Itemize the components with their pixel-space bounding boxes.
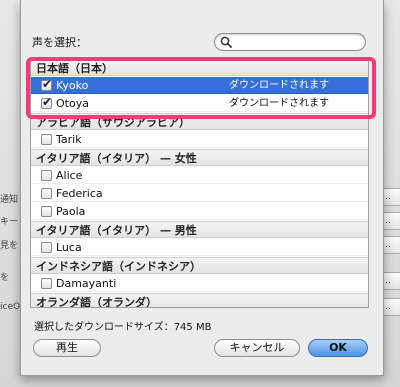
search-field[interactable] (214, 33, 366, 51)
search-icon (220, 36, 232, 48)
language-group-header: イタリア語（イタリア） — 男性 (31, 221, 368, 238)
voice-checkbox[interactable] (41, 206, 52, 217)
search-input[interactable] (234, 35, 360, 49)
voice-checkbox[interactable] (41, 188, 52, 199)
voice-row[interactable]: Federica (31, 185, 368, 202)
cancel-button[interactable]: キャンセル (214, 339, 300, 357)
voice-checkbox[interactable] (41, 278, 52, 289)
voice-row[interactable]: Luca (31, 239, 368, 256)
voice-name: Damayanti (56, 277, 117, 290)
annotation-highlight-box (26, 57, 376, 119)
voice-checkbox[interactable] (41, 170, 52, 181)
language-group-header: インドネシア語（インドネシア） (31, 257, 368, 274)
voice-checkbox[interactable] (41, 134, 52, 145)
voice-row[interactable]: Paola (31, 203, 368, 220)
voice-name: Federica (56, 187, 103, 200)
ok-button[interactable]: OK (308, 339, 368, 357)
voice-select-label: 声を選択： (32, 36, 87, 49)
voice-row[interactable]: Alice (31, 167, 368, 184)
language-group-header: イタリア語（イタリア） — 女性 (31, 149, 368, 166)
language-group-header: オランダ語（オランダ） (31, 293, 368, 307)
voice-name: Luca (56, 241, 82, 254)
download-size-label: 選択したダウンロードサイズ：745 MB (34, 322, 212, 333)
voice-name: Tarik (56, 133, 82, 146)
play-button[interactable]: 再生 (33, 339, 101, 357)
voice-name: Paola (56, 205, 86, 218)
voice-name: Alice (56, 169, 83, 182)
voice-row[interactable]: Tarik (31, 131, 368, 148)
voice-row[interactable]: Damayanti (31, 275, 368, 292)
voice-checkbox[interactable] (41, 242, 52, 253)
